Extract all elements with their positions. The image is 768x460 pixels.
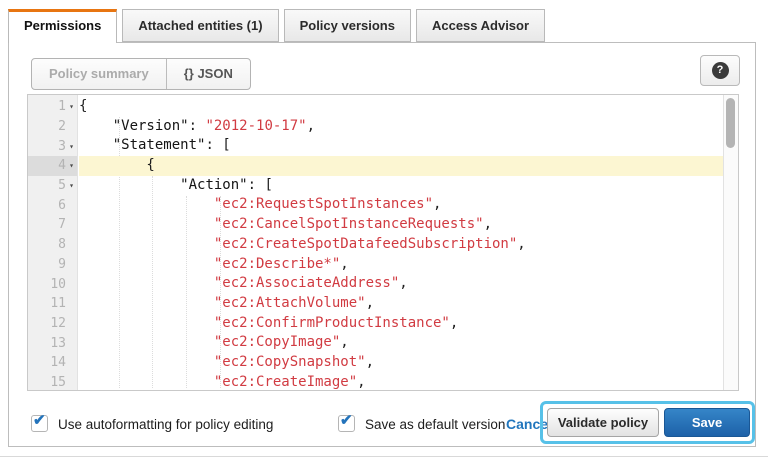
gutter-line-15: 15 <box>28 373 77 393</box>
code-line-2[interactable]: "Version": "2012-10-17", <box>79 117 724 137</box>
line-number: 3 <box>58 139 66 154</box>
line-number: 5 <box>58 178 66 193</box>
fold-arrow-icon[interactable]: ▾ <box>66 161 77 170</box>
line-number: 15 <box>50 375 66 390</box>
line-number: 14 <box>50 355 66 370</box>
policy-summary-button[interactable]: Policy summary <box>32 59 167 89</box>
line-number: 8 <box>58 237 66 252</box>
editor-scrollbar[interactable] <box>723 95 738 390</box>
policy-panel: Policy summary {} JSON ? 1▾23▾4▾5▾678910… <box>8 42 756 447</box>
gutter-line-7: 7 <box>28 215 77 235</box>
gutter-line-11: 11 <box>28 294 77 314</box>
line-number: 9 <box>58 257 66 272</box>
gutter-line-2: 2 <box>28 117 77 137</box>
line-number: 6 <box>58 198 66 213</box>
code-line-3[interactable]: "Statement": [ <box>79 136 724 156</box>
gutter-line-14: 14 <box>28 353 77 373</box>
fold-arrow-icon[interactable]: ▾ <box>66 102 77 111</box>
default-version-checkbox[interactable]: ✔ <box>338 415 355 432</box>
question-mark-icon: ? <box>712 62 729 79</box>
code-line-7[interactable]: "ec2:CancelSpotInstanceRequests", <box>79 215 724 235</box>
gutter-line-13: 13 <box>28 333 77 353</box>
policy-json-editor[interactable]: 1▾23▾4▾5▾6789101112131415 { "Version": "… <box>27 94 739 391</box>
line-number: 1 <box>58 99 66 114</box>
code-line-13[interactable]: "ec2:CopyImage", <box>79 333 724 353</box>
code-line-14[interactable]: "ec2:CopySnapshot", <box>79 353 724 373</box>
line-number: 11 <box>50 296 66 311</box>
fold-arrow-icon[interactable]: ▾ <box>66 181 77 190</box>
validate-policy-button[interactable]: Validate policy <box>547 408 659 437</box>
tab-attached-entities-1[interactable]: Attached entities (1) <box>122 9 278 42</box>
default-version-label[interactable]: Save as default version <box>365 417 505 432</box>
autoformat-label[interactable]: Use autoformatting for policy editing <box>58 417 273 432</box>
tab-policy-versions[interactable]: Policy versions <box>284 9 411 42</box>
code-line-10[interactable]: "ec2:AssociateAddress", <box>79 274 724 294</box>
code-line-1[interactable]: { <box>79 97 724 117</box>
checkmark-icon: ✔ <box>33 411 46 429</box>
editor-code-area[interactable]: { "Version": "2012-10-17", "Statement": … <box>79 95 724 390</box>
gutter-line-6: 6 <box>28 195 77 215</box>
tab-access-advisor[interactable]: Access Advisor <box>416 9 545 42</box>
gutter-line-4: 4▾ <box>28 156 77 176</box>
tab-bar: PermissionsAttached entities (1)Policy v… <box>8 9 545 43</box>
gutter-line-1: 1▾ <box>28 97 77 117</box>
code-line-15[interactable]: "ec2:CreateImage", <box>79 373 724 390</box>
scrollbar-thumb[interactable] <box>726 98 735 148</box>
line-number: 2 <box>58 119 66 134</box>
view-toggle-group: Policy summary {} JSON <box>31 58 251 90</box>
gutter-line-10: 10 <box>28 274 77 294</box>
code-line-8[interactable]: "ec2:CreateSpotDatafeedSubscription", <box>79 235 724 255</box>
json-button[interactable]: {} JSON <box>167 59 250 89</box>
gutter-line-8: 8 <box>28 235 77 255</box>
gutter-line-5: 5▾ <box>28 176 77 196</box>
gutter-line-12: 12 <box>28 314 77 334</box>
code-line-4[interactable]: { <box>79 156 724 176</box>
code-line-5[interactable]: "Action": [ <box>79 176 724 196</box>
line-number: 7 <box>58 217 66 232</box>
code-line-9[interactable]: "ec2:Describe*", <box>79 255 724 275</box>
code-line-6[interactable]: "ec2:RequestSpotInstances", <box>79 195 724 215</box>
autoformat-checkbox[interactable]: ✔ <box>31 415 48 432</box>
line-number: 12 <box>50 316 66 331</box>
line-number: 13 <box>50 336 66 351</box>
gutter-line-9: 9 <box>28 255 77 275</box>
help-button[interactable]: ? <box>700 55 740 86</box>
checkmark-icon: ✔ <box>340 411 353 429</box>
tab-permissions[interactable]: Permissions <box>8 9 117 43</box>
line-number: 10 <box>50 277 66 292</box>
save-button[interactable]: Save <box>664 408 750 437</box>
code-line-11[interactable]: "ec2:AttachVolume", <box>79 294 724 314</box>
fold-arrow-icon[interactable]: ▾ <box>66 142 77 151</box>
line-number: 4 <box>58 158 66 173</box>
editor-gutter: 1▾23▾4▾5▾6789101112131415 <box>28 95 78 390</box>
code-line-12[interactable]: "ec2:ConfirmProductInstance", <box>79 314 724 334</box>
gutter-line-3: 3▾ <box>28 136 77 156</box>
page-divider <box>0 456 768 457</box>
